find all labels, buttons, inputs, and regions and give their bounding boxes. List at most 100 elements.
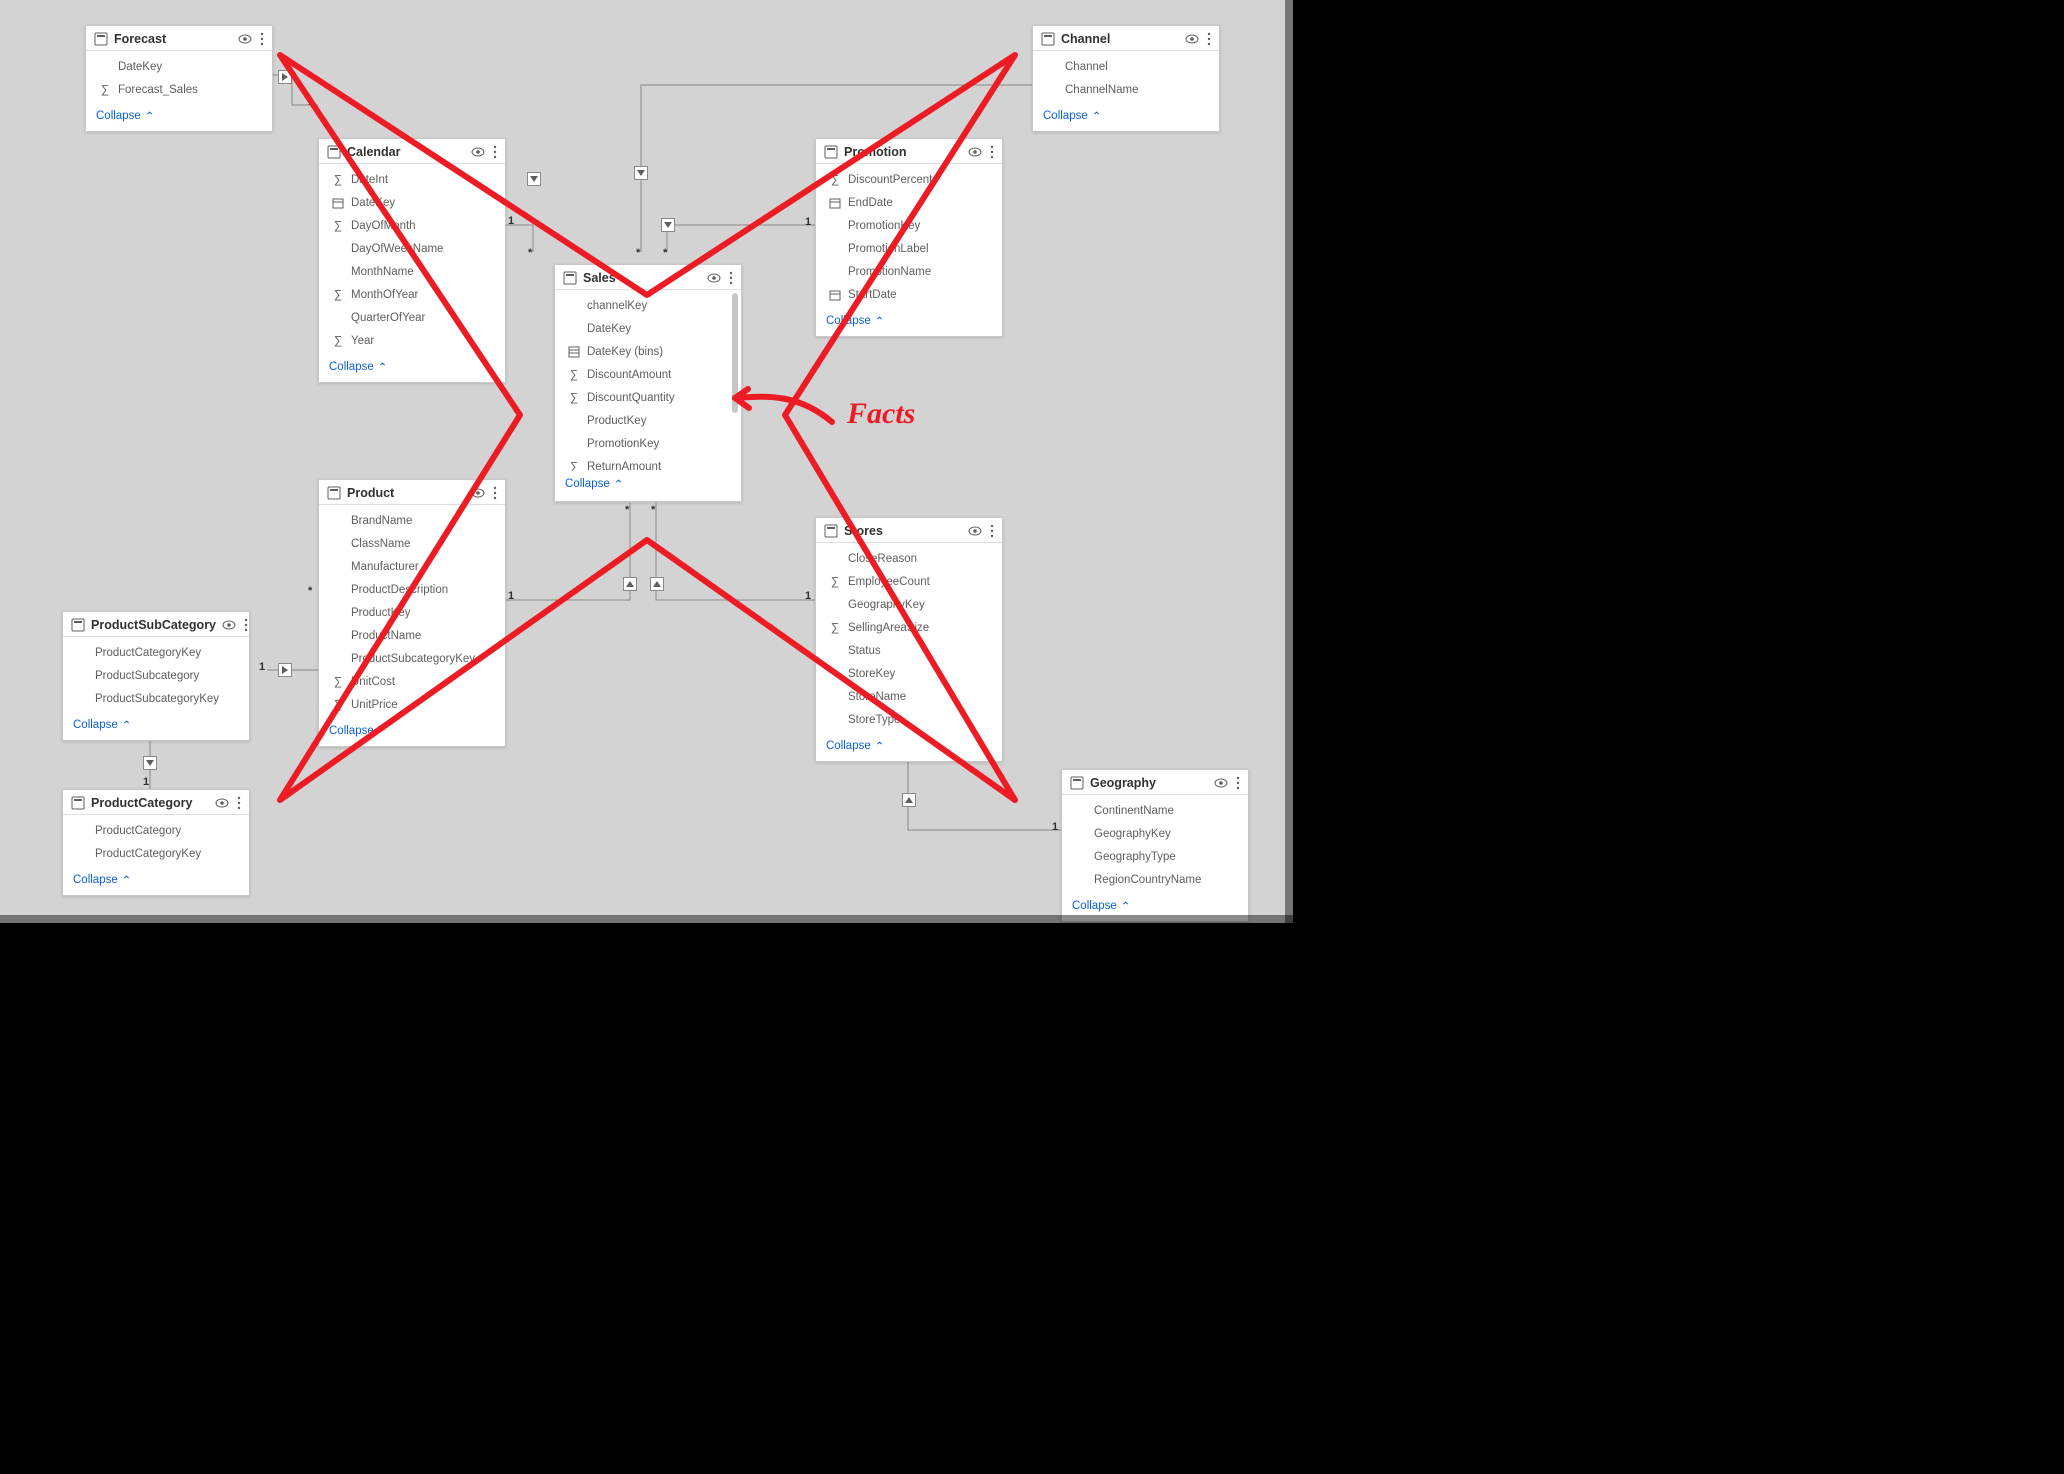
table-card-sales[interactable]: Sales channelKey DateKey DateKey (bins) … (554, 264, 742, 502)
table-card-geography[interactable]: Geography ContinentName GeographyKey Geo… (1061, 769, 1249, 922)
field-item[interactable]: ProductKey (555, 409, 741, 432)
field-item[interactable]: ∑EmployeeCount (816, 570, 1002, 593)
field-item[interactable]: ProductSubcategoryKey (63, 687, 249, 710)
field-item[interactable]: PromotionName (816, 260, 1002, 283)
more-options-icon[interactable] (1236, 776, 1240, 790)
field-item[interactable]: ∑SellingAreaSize (816, 616, 1002, 639)
visibility-icon[interactable] (215, 798, 229, 808)
field-item[interactable]: ∑Year (319, 329, 505, 352)
table-header[interactable]: Calendar (319, 139, 505, 164)
field-item[interactable]: DateKey (319, 191, 505, 214)
field-item[interactable]: ProductCategory (63, 819, 249, 842)
field-item[interactable]: channelKey (555, 294, 741, 317)
table-header[interactable]: Stores (816, 518, 1002, 543)
collapse-toggle[interactable]: Collapse⌃ (86, 103, 272, 131)
field-item[interactable]: PromotionKey (555, 432, 741, 455)
field-item[interactable]: PromotionLabel (816, 237, 1002, 260)
collapse-toggle[interactable]: Collapse⌃ (319, 718, 505, 746)
field-item[interactable]: QuarterOfYear (319, 306, 505, 329)
more-options-icon[interactable] (493, 145, 497, 159)
visibility-icon[interactable] (968, 526, 982, 536)
field-item[interactable]: GeographyKey (816, 593, 1002, 616)
visibility-icon[interactable] (238, 34, 252, 44)
field-item[interactable]: ∑Forecast_Sales (86, 78, 272, 101)
field-item[interactable]: CloseReason (816, 547, 1002, 570)
more-options-icon[interactable] (237, 796, 241, 810)
field-item[interactable]: ProductDescription (319, 578, 505, 601)
table-card-productsubcategory[interactable]: ProductSubCategory ProductCategoryKey Pr… (62, 611, 250, 741)
field-item[interactable]: StoreType (816, 708, 1002, 731)
more-options-icon[interactable] (990, 524, 994, 538)
field-item[interactable]: Manufacturer (319, 555, 505, 578)
field-item[interactable]: StoreName (816, 685, 1002, 708)
collapse-toggle[interactable]: Collapse⌃ (555, 471, 741, 499)
more-options-icon[interactable] (260, 32, 264, 46)
field-item[interactable]: ProductSubcategoryKey (319, 647, 505, 670)
table-header[interactable]: ProductCategory (63, 790, 249, 815)
table-card-product[interactable]: Product BrandName ClassName Manufacturer… (318, 479, 506, 747)
table-header[interactable]: Forecast (86, 26, 272, 51)
visibility-icon[interactable] (1214, 778, 1228, 788)
field-item[interactable]: ∑UnitCost (319, 670, 505, 693)
field-item[interactable]: Status (816, 639, 1002, 662)
scrollbar[interactable] (732, 293, 738, 471)
more-options-icon[interactable] (244, 618, 248, 632)
field-item[interactable]: DateKey (bins) (555, 340, 741, 363)
table-card-promotion[interactable]: Promotion ∑DiscountPercent EndDate Promo… (815, 138, 1003, 337)
collapse-toggle[interactable]: Collapse⌃ (63, 867, 249, 895)
collapse-toggle[interactable]: Collapse⌃ (63, 712, 249, 740)
field-item[interactable]: ∑DayOfMonth (319, 214, 505, 237)
field-item[interactable]: ∑DiscountQuantity (555, 386, 741, 409)
table-header[interactable]: Sales (555, 265, 741, 290)
field-item[interactable]: ∑DiscountPercent (816, 168, 1002, 191)
field-item[interactable]: ProductKey (319, 601, 505, 624)
more-options-icon[interactable] (990, 145, 994, 159)
field-item[interactable]: Channel (1033, 55, 1219, 78)
field-item[interactable]: DateKey (555, 317, 741, 340)
field-item[interactable]: BrandName (319, 509, 505, 532)
visibility-icon[interactable] (707, 273, 721, 283)
field-item[interactable]: GeographyKey (1062, 822, 1248, 845)
field-item[interactable]: ∑MonthOfYear (319, 283, 505, 306)
collapse-toggle[interactable]: Collapse⌃ (319, 354, 505, 382)
more-options-icon[interactable] (1207, 32, 1211, 46)
field-item[interactable]: ∑DateInt (319, 168, 505, 191)
field-item[interactable]: ProductCategoryKey (63, 842, 249, 865)
field-item[interactable]: ChannelName (1033, 78, 1219, 101)
field-item[interactable]: MonthName (319, 260, 505, 283)
field-item[interactable]: ProductName (319, 624, 505, 647)
collapse-toggle[interactable]: Collapse⌃ (816, 733, 1002, 761)
table-card-forecast[interactable]: Forecast DateKey ∑Forecast_Sales Collaps… (85, 25, 273, 132)
table-header[interactable]: Geography (1062, 770, 1248, 795)
field-item[interactable]: DateKey (86, 55, 272, 78)
field-item[interactable]: ProductCategoryKey (63, 641, 249, 664)
field-item[interactable]: ClassName (319, 532, 505, 555)
table-card-calendar[interactable]: Calendar ∑DateInt DateKey ∑DayOfMonth Da… (318, 138, 506, 383)
more-options-icon[interactable] (729, 271, 733, 285)
field-item[interactable]: RegionCountryName (1062, 868, 1248, 891)
table-header[interactable]: Channel (1033, 26, 1219, 51)
table-card-channel[interactable]: Channel Channel ChannelName Collapse⌃ (1032, 25, 1220, 132)
field-item[interactable]: StoreKey (816, 662, 1002, 685)
table-card-productcategory[interactable]: ProductCategory ProductCategory ProductC… (62, 789, 250, 896)
visibility-icon[interactable] (471, 147, 485, 157)
field-item[interactable]: PromotionKey (816, 214, 1002, 237)
field-item[interactable]: ProductSubcategory (63, 664, 249, 687)
table-header[interactable]: ProductSubCategory (63, 612, 249, 637)
field-item[interactable]: DayOfWeekName (319, 237, 505, 260)
field-item[interactable]: ContinentName (1062, 799, 1248, 822)
table-card-stores[interactable]: Stores CloseReason ∑EmployeeCount Geogra… (815, 517, 1003, 762)
collapse-toggle[interactable]: Collapse⌃ (1033, 103, 1219, 131)
field-item[interactable]: ∑ReturnAmount (555, 455, 741, 471)
field-item[interactable]: EndDate (816, 191, 1002, 214)
field-item[interactable]: StartDate (816, 283, 1002, 306)
visibility-icon[interactable] (968, 147, 982, 157)
collapse-toggle[interactable]: Collapse⌃ (816, 308, 1002, 336)
field-item[interactable]: GeographyType (1062, 845, 1248, 868)
field-item[interactable]: ∑UnitPrice (319, 693, 505, 716)
visibility-icon[interactable] (1185, 34, 1199, 44)
visibility-icon[interactable] (222, 620, 236, 630)
table-header[interactable]: Product (319, 480, 505, 505)
more-options-icon[interactable] (493, 486, 497, 500)
table-header[interactable]: Promotion (816, 139, 1002, 164)
